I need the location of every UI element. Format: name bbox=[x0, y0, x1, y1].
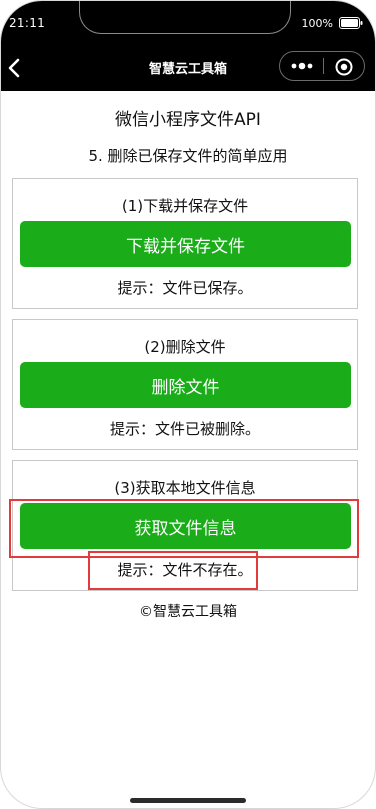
card-hint: 提示：文件已保存。 bbox=[117, 279, 253, 297]
card-download-save: (1)下载并保存文件 下载并保存文件 提示：文件已保存。 bbox=[12, 178, 358, 309]
home-indicator bbox=[130, 798, 246, 803]
close-mini-program-icon[interactable] bbox=[334, 57, 354, 77]
card-title: (2)删除文件 bbox=[144, 338, 226, 356]
battery-icon bbox=[339, 17, 363, 29]
capsule-menu bbox=[279, 51, 365, 81]
footer-copyright: ©智慧云工具箱 bbox=[139, 604, 237, 620]
more-dots-icon[interactable] bbox=[289, 58, 315, 74]
card-hint: 提示：文件已被删除。 bbox=[109, 420, 260, 438]
phone-frame: 21:11 100% 智慧云工具箱 微信小程序文件API 5. 删除已保存文件的… bbox=[0, 0, 376, 809]
page-subtitle: 5. 删除已保存文件的简单应用 bbox=[88, 147, 288, 165]
card-delete-file: (2)删除文件 删除文件 提示：文件已被删除。 bbox=[12, 319, 358, 450]
highlight-box-hint bbox=[88, 551, 258, 590]
highlight-box-button bbox=[9, 499, 359, 558]
status-time: 21:11 bbox=[9, 16, 46, 30]
capsule-divider bbox=[323, 58, 324, 74]
card-title: (3)获取本地文件信息 bbox=[114, 479, 256, 497]
top-bar: 21:11 100% 智慧云工具箱 bbox=[1, 1, 375, 91]
page-title: 微信小程序文件API bbox=[115, 110, 261, 130]
delete-file-button[interactable]: 删除文件 bbox=[20, 362, 351, 408]
card-title: (1)下载并保存文件 bbox=[121, 197, 249, 215]
download-save-button[interactable]: 下载并保存文件 bbox=[20, 221, 351, 267]
battery-percentage: 100% bbox=[301, 17, 333, 30]
notch bbox=[79, 1, 291, 34]
